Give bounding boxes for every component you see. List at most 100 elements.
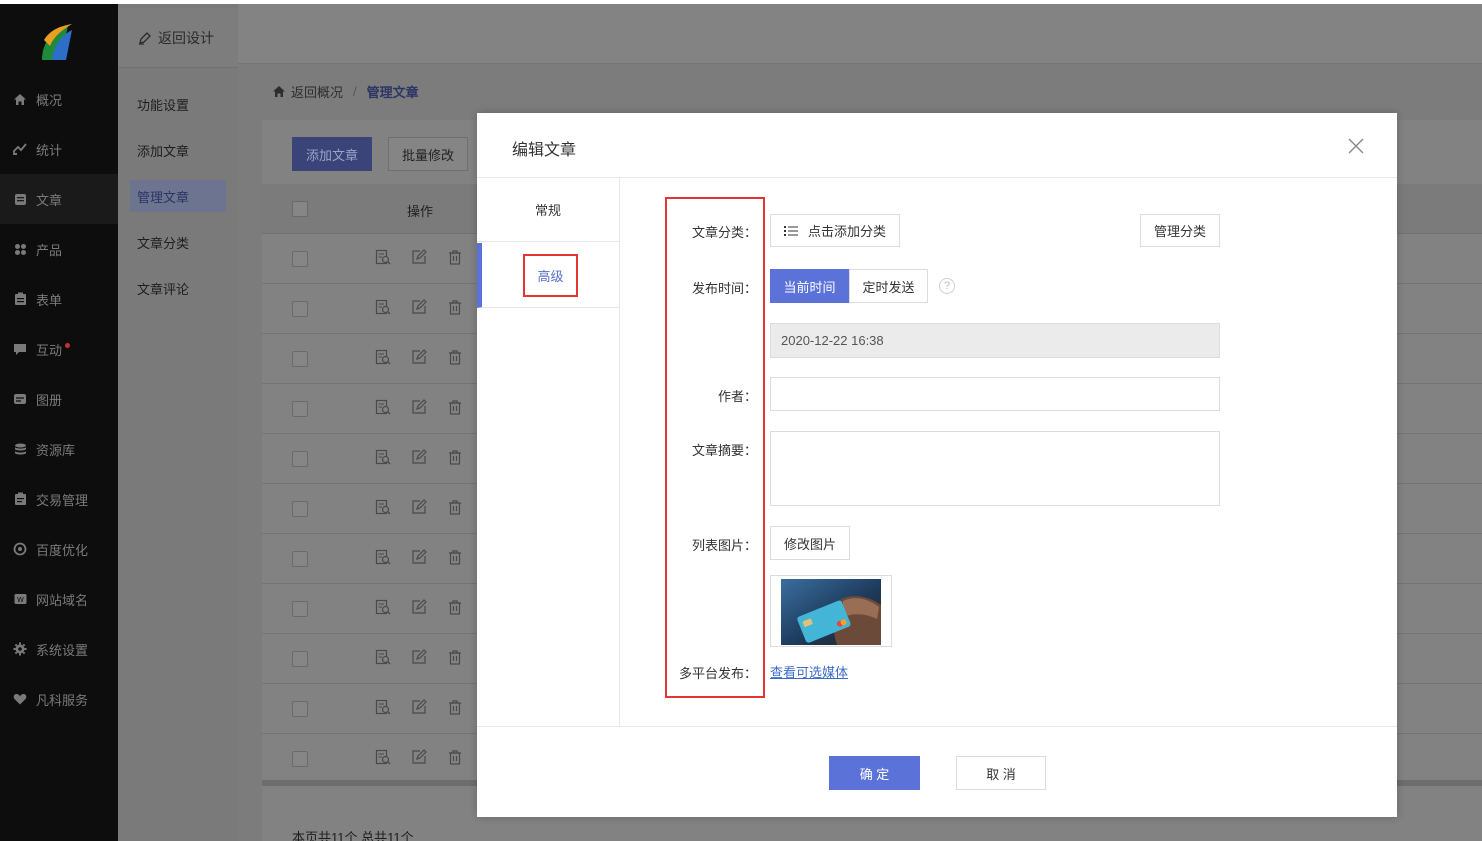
sidebar-item-12[interactable]: 凡科服务 [0, 674, 118, 724]
add-article-button[interactable]: 添加文章 [292, 137, 372, 171]
row-checkbox[interactable] [292, 651, 308, 667]
summary-textarea[interactable] [770, 431, 1220, 506]
row-checkbox[interactable] [292, 251, 308, 267]
row-checkbox[interactable] [292, 451, 308, 467]
manage-category-button[interactable]: 管理分类 [1140, 214, 1220, 247]
subnav-item-3[interactable]: 文章分类 [130, 226, 226, 258]
sidebar-item-label: 文章 [36, 192, 63, 208]
dialog-body: 文章分类： 点击添加分类 管理分类 发布时间： 当前时间 定时发送 ? 2020… [620, 178, 1397, 726]
trash-icon[interactable] [446, 348, 464, 366]
row-checkbox[interactable] [292, 301, 308, 317]
notification-dot [65, 342, 71, 348]
trash-icon[interactable] [446, 548, 464, 566]
preview-icon[interactable] [374, 348, 392, 366]
close-icon[interactable] [1345, 135, 1367, 157]
trash-icon[interactable] [446, 498, 464, 516]
edit-icon[interactable] [410, 698, 428, 716]
trash-icon[interactable] [446, 448, 464, 466]
edit-icon[interactable] [410, 648, 428, 666]
row-checkbox[interactable] [292, 551, 308, 567]
sidebar-item-4[interactable]: 表单 [0, 274, 118, 324]
sidebar-item-10[interactable]: W 网站域名 [0, 574, 118, 624]
grid-icon [12, 241, 28, 257]
sidebar-item-label: 百度优化 [36, 542, 89, 558]
batch-edit-button[interactable]: 批量修改 [388, 137, 468, 171]
trash-icon[interactable] [446, 698, 464, 716]
help-icon[interactable]: ? [939, 278, 955, 294]
sidebar-item-label: 图册 [36, 392, 63, 408]
preview-icon[interactable] [374, 448, 392, 466]
add-category-button[interactable]: 点击添加分类 [770, 214, 900, 247]
row-checkbox[interactable] [292, 751, 308, 767]
sidebar-item-3[interactable]: 产品 [0, 224, 118, 274]
list-image-preview[interactable] [770, 575, 892, 647]
trash-icon[interactable] [446, 748, 464, 766]
sub-sidebar: 返回设计 功能设置添加文章管理文章文章分类文章评论 [118, 4, 238, 841]
row-actions [374, 648, 464, 666]
sidebar-item-label: 概况 [36, 92, 63, 108]
preview-icon[interactable] [374, 498, 392, 516]
dialog-tabs: 常规 高级 [477, 178, 620, 726]
publish-scheduled-button[interactable]: 定时发送 [849, 269, 928, 303]
sidebar-item-0[interactable]: 概况 [0, 74, 118, 124]
sidebar-item-label: 产品 [36, 242, 63, 258]
trash-icon[interactable] [446, 598, 464, 616]
trash-icon[interactable] [446, 648, 464, 666]
edit-icon[interactable] [410, 298, 428, 316]
confirm-button[interactable]: 确 定 [829, 756, 920, 790]
edit-icon[interactable] [410, 448, 428, 466]
gear-icon [12, 641, 28, 657]
sidebar-item-8[interactable]: 交易管理 [0, 474, 118, 524]
edit-icon[interactable] [410, 548, 428, 566]
sidebar-item-7[interactable]: 资源库 [0, 424, 118, 474]
trash-icon[interactable] [446, 248, 464, 266]
edit-icon[interactable] [410, 498, 428, 516]
app-logo[interactable] [38, 22, 74, 62]
row-checkbox[interactable] [292, 401, 308, 417]
subnav-item-0[interactable]: 功能设置 [130, 88, 226, 120]
tab-advanced-label: 高级 [523, 253, 578, 297]
sidebar-item-5[interactable]: 互动 [0, 324, 118, 374]
sidebar-item-2[interactable]: 文章 [0, 174, 118, 224]
preview-icon[interactable] [374, 548, 392, 566]
change-image-button[interactable]: 修改图片 [770, 526, 850, 560]
breadcrumb-back-link[interactable]: 返回概况 [291, 82, 343, 101]
preview-icon[interactable] [374, 748, 392, 766]
subnav-item-1[interactable]: 添加文章 [130, 134, 226, 166]
preview-icon[interactable] [374, 648, 392, 666]
subnav-item-2[interactable]: 管理文章 [130, 180, 226, 212]
row-checkbox[interactable] [292, 351, 308, 367]
author-input[interactable] [770, 377, 1220, 411]
heart-icon [12, 691, 28, 707]
cancel-button[interactable]: 取 消 [956, 756, 1046, 790]
row-checkbox[interactable] [292, 501, 308, 517]
preview-icon[interactable] [374, 248, 392, 266]
row-checkbox[interactable] [292, 601, 308, 617]
back-to-design-link[interactable]: 返回设计 [118, 8, 238, 68]
add-category-label: 点击添加分类 [807, 224, 886, 239]
trash-icon[interactable] [446, 298, 464, 316]
edit-icon[interactable] [410, 598, 428, 616]
subnav-item-4[interactable]: 文章评论 [130, 272, 226, 304]
sidebar-item-1[interactable]: 统计 [0, 124, 118, 174]
edit-icon[interactable] [410, 248, 428, 266]
sidebar-item-6[interactable]: 图册 [0, 374, 118, 424]
view-media-link[interactable]: 查看可选媒体 [770, 662, 848, 681]
preview-icon[interactable] [374, 298, 392, 316]
tab-general[interactable]: 常规 [477, 178, 619, 242]
tab-advanced[interactable]: 高级 [477, 243, 619, 308]
sidebar-item-label: 表单 [36, 292, 63, 308]
preview-icon[interactable] [374, 698, 392, 716]
edit-icon[interactable] [410, 348, 428, 366]
sidebar-item-11[interactable]: 系统设置 [0, 624, 118, 674]
edit-icon[interactable] [410, 398, 428, 416]
select-all-checkbox[interactable] [292, 201, 308, 217]
sidebar-item-9[interactable]: 百度优化 [0, 524, 118, 574]
edit-icon[interactable] [410, 748, 428, 766]
row-checkbox[interactable] [292, 701, 308, 717]
sidebar-item-label: 交易管理 [36, 492, 89, 508]
preview-icon[interactable] [374, 398, 392, 416]
publish-now-button[interactable]: 当前时间 [770, 269, 849, 303]
preview-icon[interactable] [374, 598, 392, 616]
trash-icon[interactable] [446, 398, 464, 416]
